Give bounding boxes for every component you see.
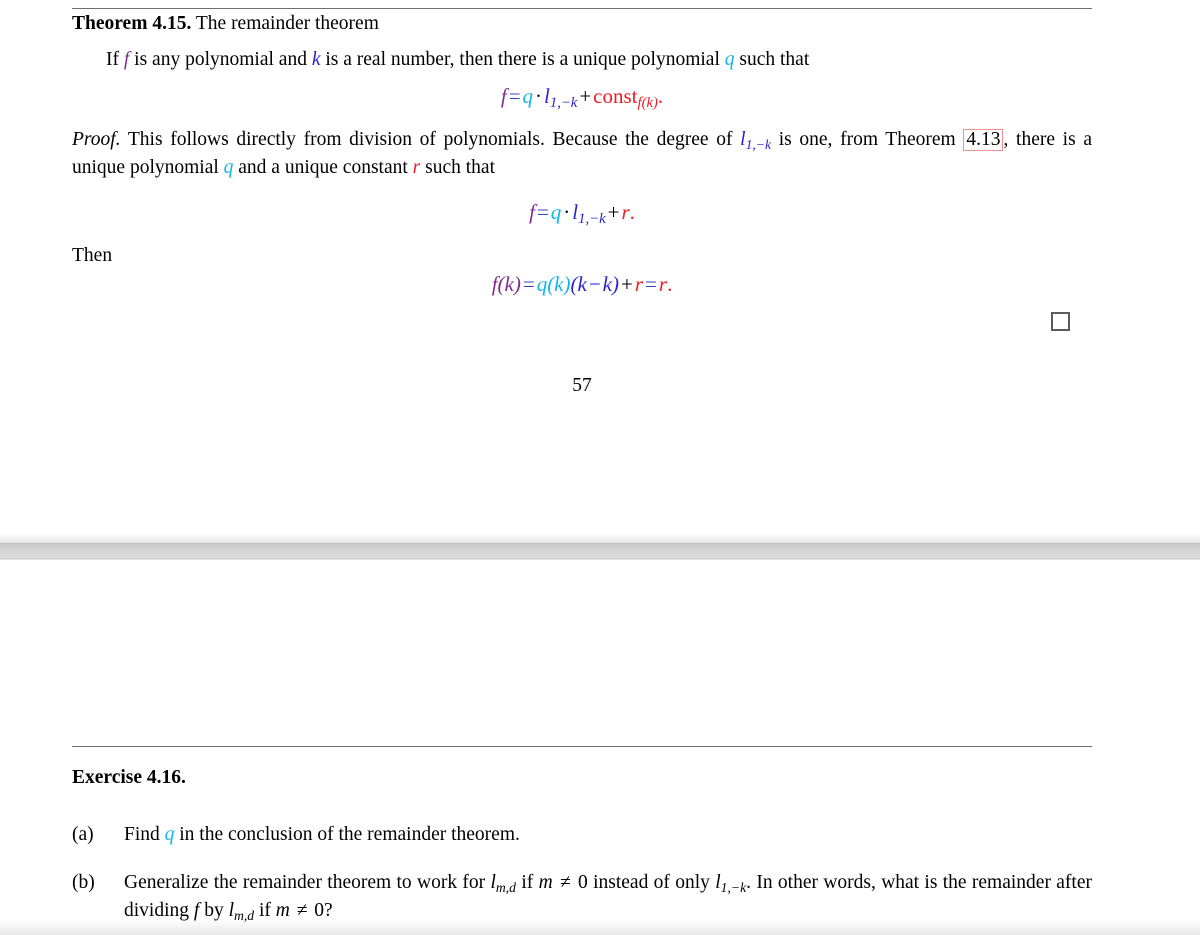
proof-l-subscript: 1,−k: [745, 136, 772, 152]
eq3-paren-open: (: [570, 272, 578, 296]
eq1-const-subscript: f(k): [637, 95, 658, 112]
theorem-title: The remainder theorem: [195, 13, 379, 34]
equation-3: f(k)=q(k)(k−k)+r=r.: [72, 272, 1092, 297]
exercise-item-a-post: in the conclusion of the remainder theor…: [174, 824, 520, 845]
eq3-r-1: r: [634, 272, 644, 296]
page-number-wrap: 57: [72, 375, 1092, 397]
eq3-equals-1: =: [522, 272, 535, 296]
theorem-stmt-end: such that: [734, 49, 810, 70]
proof-label: Proof.: [72, 129, 121, 150]
eq2-period: .: [629, 200, 635, 224]
theorem-statement: If f is any polynomial and k is a real n…: [72, 41, 1092, 73]
eq1-plus: +: [579, 84, 592, 108]
theorem-stmt-pre: If: [106, 49, 124, 70]
proof-q: q: [223, 156, 234, 178]
qed-box-icon: [1051, 312, 1070, 331]
eq2-q: q: [550, 200, 562, 224]
eq3-r-2: r: [658, 272, 668, 296]
page-number: 57: [572, 375, 592, 396]
proof-text-4: and a unique constant: [233, 156, 413, 178]
eq2-equals: =: [536, 200, 549, 224]
page-top-rule-wrap: [72, 8, 1092, 9]
eq2-l-subscript: 1,−k: [578, 211, 606, 228]
exercise-item-b: (b) Generalize the remainder theorem to w…: [72, 870, 1092, 925]
theorem-heading: Theorem 4.15. The remainder theorem: [72, 12, 1092, 36]
eq3-f-arg: (k): [497, 272, 521, 296]
exercise-item-a-wrap: (a) Find q in the conclusion of the remai…: [72, 822, 1092, 849]
separator-shadow-top: [0, 533, 1200, 543]
math-var-q: q: [724, 49, 735, 70]
eq1-dot: ·: [535, 84, 543, 108]
eq3-period: .: [667, 272, 673, 296]
then-label: Then: [72, 245, 113, 266]
eq3-k-2: k: [602, 272, 612, 296]
exercise-b-mid-1: if: [515, 872, 539, 893]
exercise-item-b-wrap: (b) Generalize the remainder theorem to w…: [72, 870, 1092, 925]
eq3-paren-close: ): [612, 272, 619, 296]
eq3-q-arg: (k): [547, 272, 571, 296]
link-theorem-4-13[interactable]: 4.13: [963, 129, 1004, 152]
eq3-k-1: k: [577, 272, 587, 296]
exercise-b-zero-1: 0: [578, 872, 588, 893]
equation-3-wrap: f(k)=q(k)(k−k)+r=r.: [72, 272, 1092, 297]
exercise-b-mid-5: if: [254, 899, 276, 921]
exercise-heading: Exercise 4.16.: [72, 767, 186, 788]
exercise-b-l-2-subscript: m,d: [233, 907, 255, 923]
eq2-r: r: [621, 200, 630, 224]
equation-1-wrap: f=q·l1,−k+constf(k).: [72, 84, 1092, 112]
exercise-item-a-var-q: q: [164, 824, 175, 845]
exercise-item-b-pre: Generalize the remainder theorem to work…: [124, 872, 491, 893]
theorem-title-line: Theorem 4.15. The remainder theorem: [72, 12, 1092, 36]
proof-text-1: This follows directly from division of p…: [120, 129, 741, 150]
eq1-period: .: [657, 84, 664, 108]
proof-text-2: is one, from Theorem: [771, 129, 964, 150]
then-line-wrap: Then: [72, 245, 1092, 267]
equation-1: f=q·l1,−k+constf(k).: [72, 84, 1092, 112]
pdf-page-58: Exercise 4.16. (a) Find q in the conclusi…: [0, 560, 1200, 935]
qed-container: [72, 312, 1092, 336]
horizontal-rule-exercise: [72, 746, 1092, 747]
exercise-b-neq-2: ≠: [291, 899, 313, 921]
exercise-item-a-pre: Find: [124, 824, 165, 845]
exercise-item-b-tag: (b): [72, 872, 95, 893]
theorem-stmt-post: is a real number, then there is a unique…: [320, 49, 725, 70]
theorem-label: Theorem 4.15.: [72, 13, 192, 34]
exercise-b-m-1: m: [538, 872, 553, 893]
eq1-const: const: [593, 84, 638, 108]
qed-wrap: [72, 312, 1092, 336]
eq2-plus: +: [607, 200, 620, 224]
eq2-dot: ·: [563, 200, 571, 224]
exercise-b-neq-1: ≠: [554, 872, 577, 893]
eq3-plus: +: [621, 272, 633, 296]
pdf-page-57: Theorem 4.15. The remainder theorem If f…: [0, 0, 1200, 545]
exercise-b-m-2: m: [275, 899, 290, 921]
eq1-f: f: [500, 84, 507, 108]
eq3-q: q: [536, 272, 548, 296]
proof-text: Proof. This follows directly from divisi…: [72, 127, 1092, 182]
theorem-statement-text: If f is any polynomial and k is a real n…: [72, 47, 1092, 73]
proof-text-5: such that: [420, 156, 495, 178]
exercise-b-mid-2: instead of only: [587, 872, 716, 893]
eq1-equals: =: [508, 84, 521, 108]
exercise-b-zero-2: 0: [314, 899, 325, 921]
horizontal-rule-top: [72, 8, 1092, 9]
exercise-b-l-k-subscript: 1,−k: [720, 879, 747, 895]
exercise-b-end: ?: [324, 899, 333, 921]
equation-2-wrap: f=q·l1,−k+r.: [72, 200, 1092, 228]
exercise-b-mid-4: by: [199, 899, 229, 921]
proof-paragraph: Proof. This follows directly from divisi…: [72, 127, 1092, 182]
exercise-item-a-tag: (a): [72, 824, 94, 845]
eq1-l-subscript: 1,−k: [549, 95, 578, 112]
eq3-equals-2: =: [645, 272, 657, 296]
exercise-rule-wrap: [72, 746, 1092, 747]
separator-band: [0, 543, 1200, 559]
equation-2: f=q·l1,−k+r.: [72, 200, 1092, 228]
theorem-stmt-mid: is any polynomial and: [129, 49, 312, 70]
exercise-item-a: (a) Find q in the conclusion of the remai…: [72, 822, 1092, 849]
eq1-q: q: [522, 84, 534, 108]
exercise-heading-wrap: Exercise 4.16.: [72, 767, 1092, 789]
eq3-minus: −: [588, 272, 601, 296]
exercise-b-l-1-subscript: m,d: [495, 879, 516, 895]
page-separator: [0, 533, 1200, 564]
